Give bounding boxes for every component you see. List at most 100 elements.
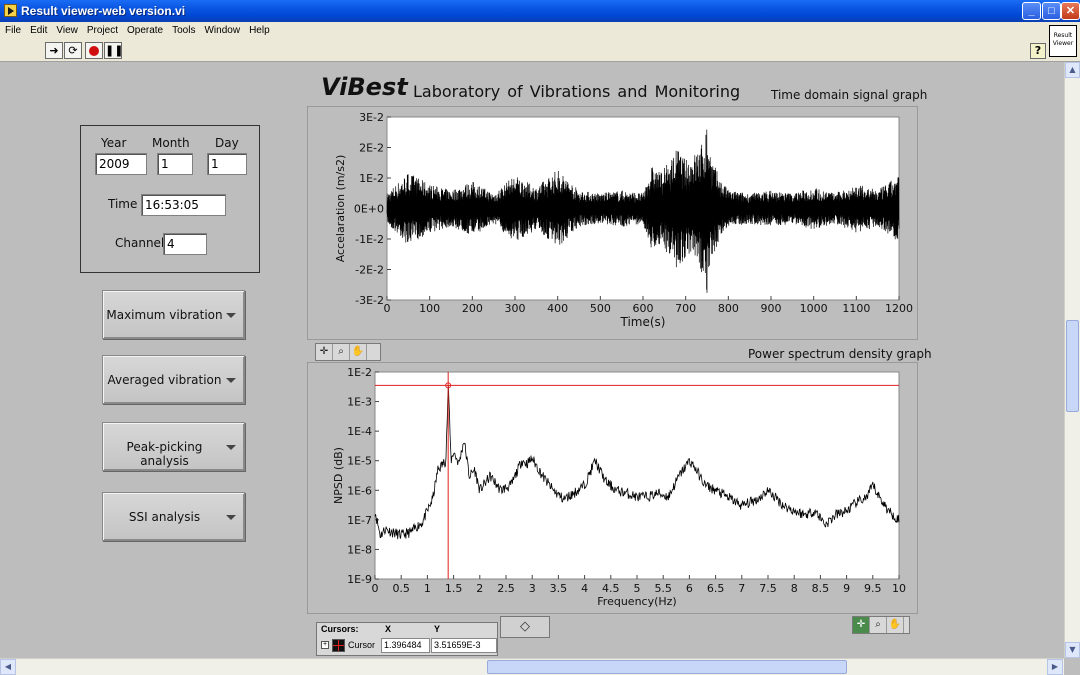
zoom-icon[interactable]: ⌕ — [870, 617, 887, 633]
month-label: Month — [152, 136, 190, 150]
time-field[interactable]: 16:53:05 — [141, 194, 226, 216]
cursor-color-swatch[interactable] — [332, 639, 345, 652]
cursor-legend-title: Cursors: — [321, 624, 359, 634]
zoom-icon[interactable]: ⌕ — [333, 344, 350, 360]
x-tick-label: 1200 — [885, 302, 913, 315]
scroll-right-icon[interactable]: ▶ — [1047, 659, 1063, 675]
x-tick-label: 5 — [634, 582, 641, 595]
context-help-button[interactable]: ? — [1030, 43, 1046, 59]
expand-icon[interactable]: + — [321, 641, 329, 649]
button-label: SSI analysis — [128, 510, 201, 524]
x-tick-label: 10 — [892, 582, 906, 595]
maximize-button[interactable]: □ — [1042, 2, 1061, 20]
vertical-scrollbar[interactable]: ▲ ▼ — [1064, 62, 1080, 658]
y-tick-label: 1E-4 — [347, 425, 372, 438]
x-tick-label: 9.5 — [864, 582, 882, 595]
chevron-down-icon — [226, 445, 236, 450]
brand-title: ViBest — [321, 73, 408, 101]
x-tick-label: 300 — [505, 302, 526, 315]
horizontal-scrollbar[interactable]: ◀ ▶ — [0, 658, 1064, 675]
crosshair-icon[interactable]: ✛ — [316, 344, 333, 360]
y-tick-label: 1E-6 — [347, 484, 372, 497]
scroll-up-icon[interactable]: ▲ — [1065, 62, 1080, 78]
toolbar: ➜ ⟳ ❚❚ — [0, 40, 1080, 62]
menu-operate[interactable]: Operate — [122, 22, 167, 36]
x-tick-label: 7.5 — [759, 582, 777, 595]
y-tick-label: -3E-2 — [355, 294, 384, 307]
x-tick-label: 2.5 — [497, 582, 515, 595]
run-arrow-icon[interactable]: ➜ — [45, 42, 63, 59]
horizontal-scroll-thumb[interactable] — [487, 660, 847, 674]
x-tick-label: 9 — [843, 582, 850, 595]
x-tick-label: 4 — [581, 582, 588, 595]
x-tick-label: 2 — [476, 582, 483, 595]
lab-title: Laboratory of Vibrations and Monitoring — [413, 82, 741, 101]
channel-label: Channel — [115, 236, 165, 250]
x-tick-label: 0 — [372, 582, 379, 595]
y-tick-label: -2E-2 — [355, 264, 384, 277]
menu-view[interactable]: View — [51, 22, 82, 36]
button-label: Averaged vibration — [107, 373, 222, 387]
run-continuously-icon[interactable]: ⟳ — [64, 42, 82, 59]
averaged-vibration-button[interactable]: Averaged vibration — [102, 355, 245, 404]
minimize-button[interactable]: _ — [1022, 2, 1041, 20]
year-field[interactable]: 2009 — [95, 153, 147, 175]
cursor-y-value[interactable]: 3.51659E-3 — [431, 638, 497, 653]
pause-icon[interactable]: ❚❚ — [104, 42, 123, 59]
abort-icon[interactable] — [85, 42, 103, 59]
x-tick-label: 1 — [424, 582, 431, 595]
x-tick-label: 800 — [718, 302, 739, 315]
crosshair-icon[interactable]: ✛ — [853, 617, 870, 633]
menu-project[interactable]: Project — [82, 22, 122, 36]
menu-tools[interactable]: Tools — [167, 22, 199, 36]
month-field[interactable]: 1 — [157, 153, 193, 175]
chevron-down-icon — [226, 313, 236, 318]
close-button[interactable]: ✕ — [1061, 2, 1080, 20]
scroll-down-icon[interactable]: ▼ — [1065, 642, 1080, 658]
cursor-x-value[interactable]: 1.396484 — [381, 638, 430, 653]
cursor-move-icon[interactable]: ◇ — [500, 616, 550, 638]
menu-help[interactable]: Help — [244, 22, 274, 36]
acquisition-panel: Year Month Day 2009 1 1 Time 16:53:05 Ch… — [80, 125, 260, 273]
peak-picking-analysis-button[interactable]: Peak-picking analysis — [102, 422, 245, 471]
x-axis-label: Time(s) — [620, 315, 666, 329]
maximum-vibration-button[interactable]: Maximum vibration — [102, 290, 245, 339]
x-axis-label: Frequency(Hz) — [597, 595, 676, 608]
x-tick-label: 900 — [761, 302, 782, 315]
scroll-left-icon[interactable]: ◀ — [0, 659, 16, 675]
x-tick-label: 8.5 — [812, 582, 830, 595]
time-graph-caption: Time domain signal graph — [771, 88, 928, 102]
window-title-bar[interactable]: Result viewer-web version.vi _ □ ✕ — [0, 0, 1080, 22]
time-domain-graph[interactable]: 0 100 200 300 400 500 600 700 800 900 1000 1100 1200… — [307, 106, 918, 340]
y-tick-label: 1E-2 — [347, 366, 372, 379]
vi-icon-pane: Result Viewer — [1049, 25, 1077, 57]
menu-window[interactable]: Window — [199, 22, 244, 36]
psd-graph[interactable]: 0 0.5 1 1.5 2 2.5 3 3.5 4 4.5 5 5.5 6 6.5 7 7.5 8 8.5 9 9.5… — [307, 362, 918, 614]
x-tick-label: 1000 — [800, 302, 828, 315]
channel-field[interactable]: 4 — [163, 233, 207, 255]
y-axis-label: Accelaration (m/s2) — [334, 155, 347, 263]
x-tick-label: 400 — [547, 302, 568, 315]
menu-file[interactable]: File — [0, 22, 25, 36]
x-tick-label: 3 — [529, 582, 536, 595]
y-tick-label: 2E-2 — [359, 142, 384, 155]
x-tick-label: 6 — [686, 582, 693, 595]
pan-hand-icon[interactable]: ✋ — [887, 617, 904, 633]
x-tick-label: 8 — [791, 582, 798, 595]
pan-hand-icon[interactable]: ✋ — [350, 344, 367, 360]
menu-edit[interactable]: Edit — [25, 22, 51, 36]
y-tick-label: 1E-7 — [347, 514, 372, 527]
ssi-analysis-button[interactable]: SSI analysis — [102, 492, 245, 541]
x-tick-label: 1100 — [842, 302, 870, 315]
chevron-down-icon — [226, 515, 236, 520]
day-field[interactable]: 1 — [207, 153, 247, 175]
cursor-legend[interactable]: Cursors: X Y + Cursor 1.396484 3.51659E-… — [316, 622, 498, 656]
y-tick-label: 1E-9 — [347, 573, 372, 586]
y-tick-label: 1E-5 — [347, 455, 372, 468]
x-tick-label: 3.5 — [550, 582, 568, 595]
vertical-scroll-thumb[interactable] — [1066, 320, 1079, 412]
y-tick-label: 1E-8 — [347, 543, 372, 556]
y-axis-label: NPSD (dB) — [332, 447, 345, 504]
psd-plot: 0 0.5 1 1.5 2 2.5 3 3.5 4 4.5 5 5.5 6 6.5 7 7.5 8 8.5 9 9.5… — [332, 366, 906, 608]
psd-graph-palette: ✛ ⌕ ✋ — [852, 616, 910, 634]
